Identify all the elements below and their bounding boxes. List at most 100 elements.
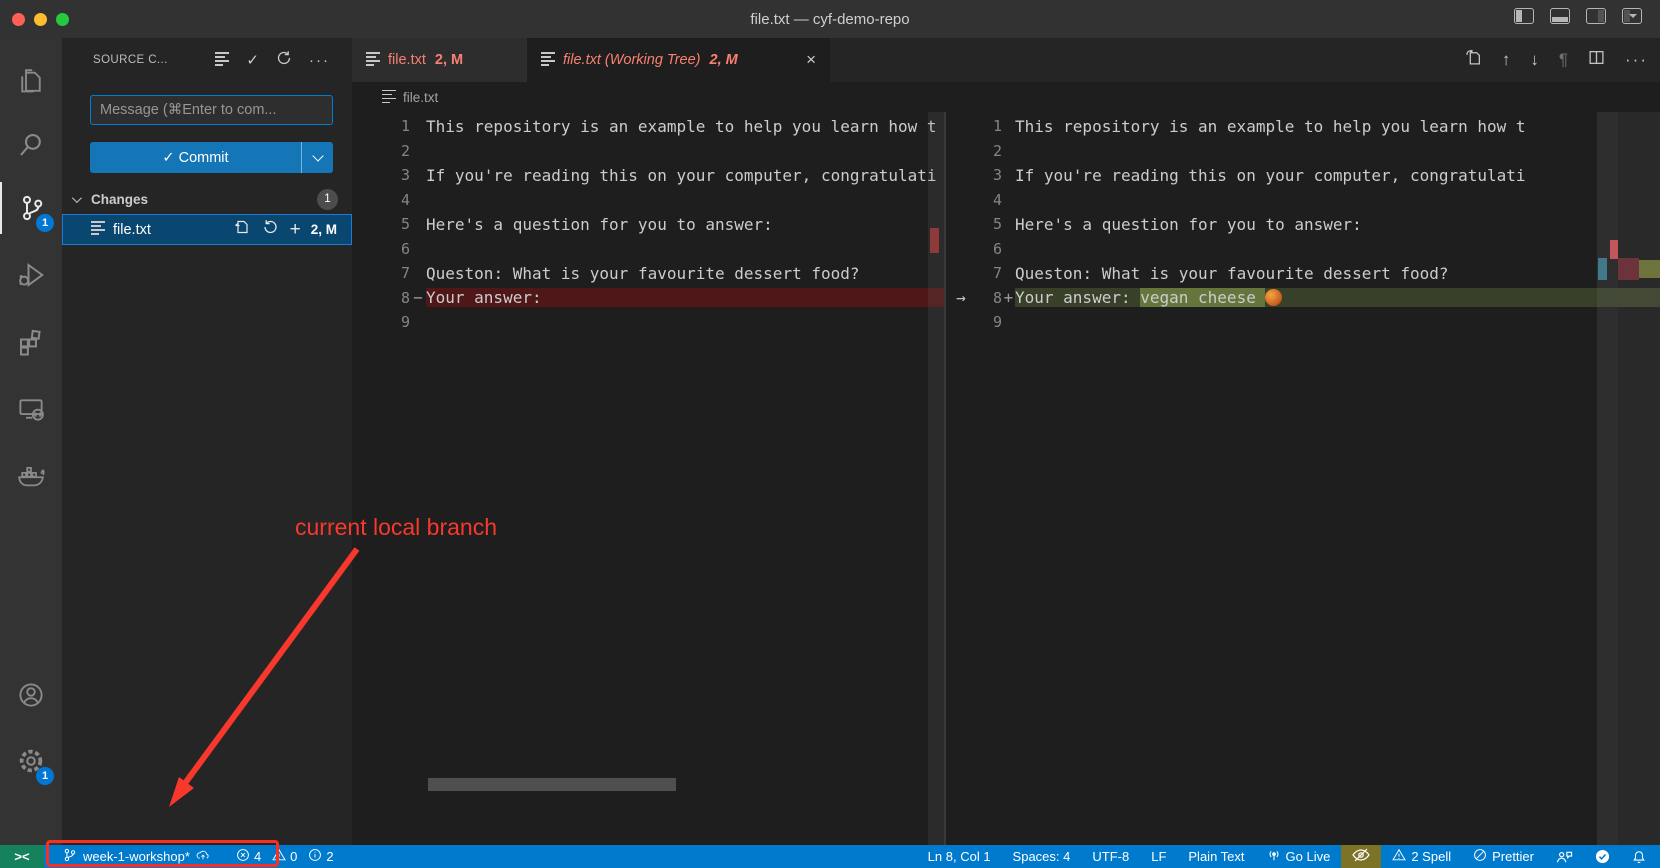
- remote-icon: ><: [14, 849, 29, 864]
- code-line-5[interactable]: 5 Here's a question for you to answer:: [352, 212, 944, 237]
- breadcrumb[interactable]: file.txt: [352, 82, 1660, 112]
- cursor-position-indicator[interactable]: Ln 8, Col 1: [917, 845, 1002, 868]
- right-vertical-scrollbar[interactable]: [1597, 112, 1618, 845]
- file-change-status: 2, M: [311, 222, 337, 237]
- code-line-2[interactable]: 2: [352, 139, 944, 164]
- encoding-indicator[interactable]: UTF-8: [1081, 845, 1140, 868]
- revert-change-arrow-icon[interactable]: →: [946, 288, 976, 307]
- commit-message-input[interactable]: Message (⌘Enter to com...: [90, 95, 333, 125]
- view-as-list-icon[interactable]: [215, 51, 229, 69]
- explorer-icon[interactable]: [0, 56, 62, 108]
- diff-original-pane[interactable]: 1This repository is an example to help y…: [352, 112, 944, 845]
- notifications-bell-icon[interactable]: [1621, 845, 1660, 868]
- diff-sign: +: [1002, 288, 1015, 307]
- toggle-secondary-sidebar-icon[interactable]: [1586, 8, 1606, 24]
- line-number: 9: [352, 313, 410, 331]
- code-text: Here's a question for you to answer:: [426, 215, 944, 234]
- line-number: 4: [976, 191, 1002, 209]
- annotation-label: current local branch: [295, 514, 497, 541]
- horizontal-scrollbar[interactable]: [428, 778, 676, 791]
- line-number: 7: [976, 264, 1002, 282]
- line-number: 3: [352, 166, 410, 184]
- tab-file-working-tree[interactable]: file.txt (Working Tree)2, M ×: [527, 38, 830, 82]
- toggle-primary-sidebar-icon[interactable]: [1514, 8, 1534, 24]
- cheese-emoji: [1265, 289, 1282, 306]
- code-line-4[interactable]: 4: [352, 188, 944, 213]
- file-icon: [382, 89, 396, 106]
- go-live-button[interactable]: Go Live: [1256, 845, 1342, 868]
- stage-changes-icon[interactable]: +: [290, 223, 301, 237]
- diff-editor[interactable]: 1This repository is an example to help y…: [352, 112, 1660, 845]
- source-control-badge: 1: [36, 214, 54, 232]
- feedback-icon[interactable]: [1545, 845, 1584, 868]
- next-change-icon[interactable]: ↓: [1530, 50, 1539, 70]
- remote-explorer-icon[interactable]: [0, 383, 62, 435]
- commit-button[interactable]: ✓ Commit: [90, 142, 333, 173]
- language-mode-indicator[interactable]: Plain Text: [1177, 845, 1255, 868]
- code-line-2[interactable]: 2: [946, 139, 1660, 164]
- source-control-icon[interactable]: 1: [0, 182, 62, 234]
- code-line-8[interactable]: 8−Your answer:: [352, 286, 944, 311]
- line-number: 2: [352, 142, 410, 160]
- left-vertical-scrollbar[interactable]: [928, 112, 944, 845]
- eye-off-toggle[interactable]: [1341, 845, 1381, 868]
- commit-check-icon[interactable]: ✓: [246, 51, 259, 69]
- search-icon[interactable]: [0, 119, 62, 171]
- code-line-1[interactable]: 1This repository is an example to help y…: [946, 114, 1660, 139]
- close-tab-icon[interactable]: ×: [806, 50, 816, 70]
- file-name: file.txt: [113, 222, 151, 238]
- code-line-6[interactable]: 6: [946, 237, 1660, 262]
- settings-icon[interactable]: 1: [0, 735, 62, 787]
- code-text: Your answer: vegan cheese: [1015, 288, 1660, 307]
- check-circle-icon[interactable]: [1584, 845, 1621, 868]
- code-line-8[interactable]: →8+Your answer: vegan cheese: [946, 286, 1660, 311]
- code-line-6[interactable]: 6: [352, 237, 944, 262]
- code-line-3[interactable]: 3If you're reading this on your computer…: [946, 163, 1660, 188]
- changed-file-row[interactable]: file.txt + 2, M: [62, 214, 352, 245]
- previous-change-icon[interactable]: ↑: [1502, 50, 1511, 70]
- docker-icon[interactable]: [0, 450, 62, 502]
- line-number: 8: [976, 289, 1002, 307]
- commit-dropdown-button[interactable]: [301, 142, 333, 173]
- extensions-icon[interactable]: [0, 316, 62, 368]
- warning-count: 0: [290, 849, 297, 864]
- code-line-3[interactable]: 3If you're reading this on your computer…: [352, 163, 944, 188]
- code-text: Queston: What is your favourite dessert …: [1015, 264, 1660, 283]
- code-line-7[interactable]: 7Queston: What is your favourite dessert…: [352, 261, 944, 286]
- code-line-1[interactable]: 1This repository is an example to help y…: [352, 114, 944, 139]
- eol-indicator[interactable]: LF: [1140, 845, 1177, 868]
- code-line-5[interactable]: 5Here's a question for you to answer:: [946, 212, 1660, 237]
- diff-modified-pane[interactable]: 1This repository is an example to help y…: [946, 112, 1660, 845]
- changes-count-badge: 1: [317, 189, 338, 210]
- changes-section-header[interactable]: Changes 1: [62, 185, 352, 213]
- customize-layout-icon[interactable]: [1622, 8, 1642, 24]
- accounts-icon[interactable]: [0, 669, 62, 721]
- code-line-4[interactable]: 4: [946, 188, 1660, 213]
- code-line-9[interactable]: 9: [352, 310, 944, 335]
- more-actions-icon[interactable]: ···: [1625, 50, 1648, 70]
- activity-bar: 1 1: [0, 38, 62, 845]
- code-line-9[interactable]: 9: [946, 310, 1660, 335]
- open-file-icon[interactable]: [234, 219, 250, 240]
- indentation-indicator[interactable]: Spaces: 4: [1002, 845, 1082, 868]
- line-number: 7: [352, 264, 410, 282]
- discard-changes-icon[interactable]: [262, 219, 278, 240]
- source-control-panel: SOURCE C... ✓ ··· Message (⌘Enter to com…: [62, 38, 352, 845]
- refresh-icon[interactable]: [276, 50, 292, 70]
- toggle-whitespace-icon[interactable]: ¶: [1559, 50, 1568, 70]
- more-actions-icon[interactable]: ···: [309, 52, 330, 69]
- run-and-debug-icon[interactable]: [0, 249, 62, 301]
- code-line-7[interactable]: 7 Queston: What is your favourite dessert…: [946, 261, 1660, 286]
- line-number: 5: [352, 215, 410, 233]
- open-changes-icon[interactable]: [1465, 49, 1482, 71]
- warning-icon: [1392, 848, 1406, 865]
- prettier-indicator[interactable]: Prettier: [1462, 845, 1545, 868]
- code-text: This repository is an example to help yo…: [426, 117, 944, 136]
- remote-indicator[interactable]: ><: [0, 845, 44, 868]
- tab-file[interactable]: file.txt2, M: [352, 38, 527, 82]
- vscode-window: file.txt — cyf-demo-repo 1: [0, 0, 1660, 868]
- toggle-panel-icon[interactable]: [1550, 8, 1570, 24]
- split-editor-icon[interactable]: [1588, 49, 1605, 71]
- spell-checker-indicator[interactable]: 2 Spell: [1381, 845, 1462, 868]
- line-number: 2: [976, 142, 1002, 160]
